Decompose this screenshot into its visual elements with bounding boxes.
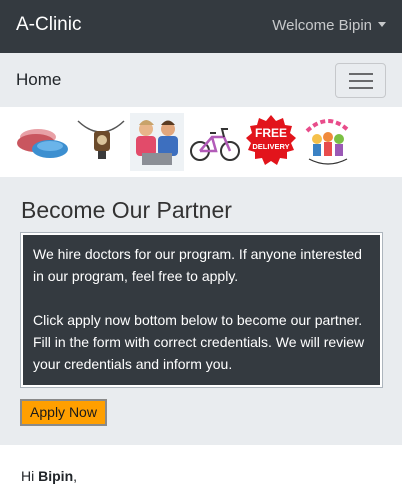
partner-section: Become Our Partner We hire doctors for o… — [0, 177, 402, 445]
welcome-label: Welcome Bipin — [272, 17, 372, 34]
partner-paragraph-2: Click apply now bottom below to become o… — [33, 312, 365, 372]
image-strip: FREE DELIVERY — [0, 107, 402, 177]
caret-down-icon — [378, 22, 386, 27]
menu-toggle-button[interactable] — [335, 63, 386, 98]
child-care-logo-icon[interactable] — [301, 113, 355, 171]
greeting-text: Hi Bipin, — [21, 468, 77, 484]
hamburger-icon-bar — [349, 80, 373, 82]
greeting-prefix: Hi — [21, 468, 39, 484]
partner-title: Become Our Partner — [21, 197, 232, 223]
partner-paragraph-1: We hire doctors for our program. If anyo… — [33, 246, 362, 284]
top-navbar: A-Clinic Welcome Bipin — [0, 0, 402, 53]
secondary-navbar: Home — [0, 53, 402, 107]
user-menu-dropdown[interactable]: Welcome Bipin — [272, 17, 386, 34]
hamburger-icon — [349, 73, 373, 75]
bicycle-icon[interactable] — [188, 113, 242, 171]
badge-delivery-text: DELIVERY — [252, 142, 289, 151]
greeting-suffix: , — [73, 468, 78, 484]
bowls-icon[interactable] — [16, 113, 70, 171]
home-link[interactable]: Home — [16, 70, 61, 90]
partner-description-box: We hire doctors for our program. If anyo… — [20, 232, 383, 388]
lantern-icon[interactable] — [74, 113, 128, 171]
greeting-user-name: Bipin — [38, 468, 74, 484]
hamburger-icon-bar — [349, 87, 373, 89]
badge-free-text: FREE — [255, 126, 287, 140]
apply-now-button[interactable]: Apply Now — [20, 399, 107, 426]
brand-link[interactable]: A-Clinic — [16, 14, 81, 36]
people-icon[interactable] — [130, 113, 184, 171]
free-delivery-badge-icon[interactable]: FREE DELIVERY — [244, 113, 298, 171]
